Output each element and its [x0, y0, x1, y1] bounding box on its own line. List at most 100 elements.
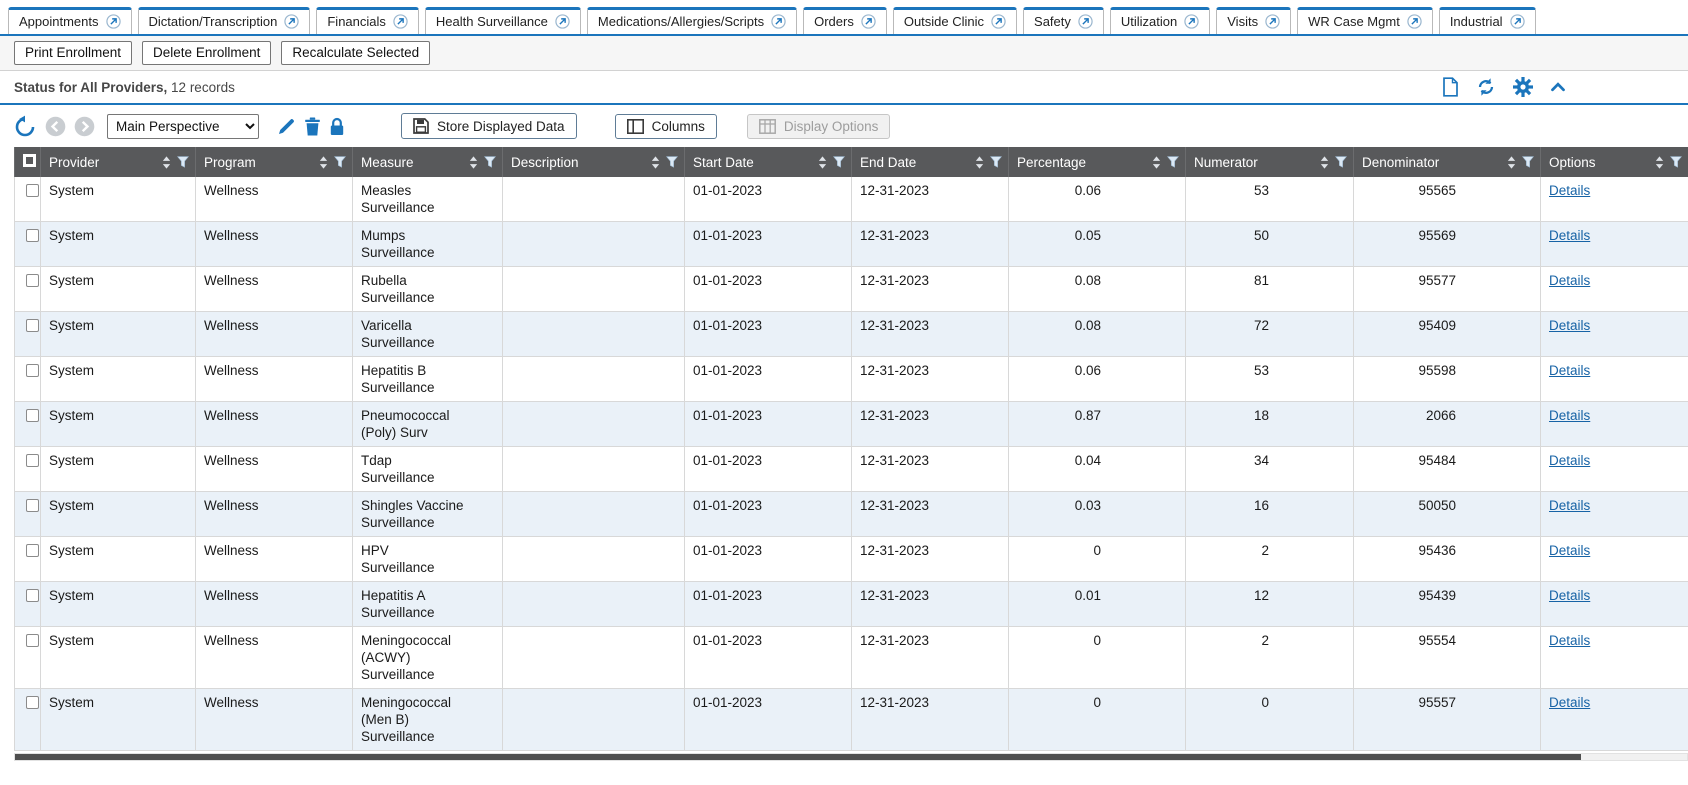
nav-back-button[interactable] — [45, 116, 66, 137]
row-checkbox[interactable] — [26, 274, 39, 287]
row-checkbox[interactable] — [26, 319, 39, 332]
filter-icon[interactable] — [1670, 156, 1682, 168]
details-link[interactable]: Details — [1549, 363, 1590, 378]
sort-icon[interactable] — [1655, 156, 1664, 169]
popout-icon[interactable] — [1407, 14, 1422, 29]
store-displayed-data-button[interactable]: Store Displayed Data — [401, 113, 577, 139]
delete-perspective-icon[interactable] — [304, 117, 321, 136]
horizontal-scrollbar[interactable] — [14, 753, 1688, 761]
tab-safety[interactable]: Safety — [1023, 7, 1104, 34]
tab-health-surveillance[interactable]: Health Surveillance — [425, 7, 581, 34]
nav-forward-button[interactable] — [74, 116, 95, 137]
tab-utilization[interactable]: Utilization — [1110, 7, 1210, 34]
select-all-checkbox[interactable] — [23, 154, 36, 167]
row-checkbox[interactable] — [26, 454, 39, 467]
filter-icon[interactable] — [1335, 156, 1347, 168]
tab-financials[interactable]: Financials — [316, 7, 419, 34]
popout-icon[interactable] — [1184, 14, 1199, 29]
popout-icon[interactable] — [393, 14, 408, 29]
details-link[interactable]: Details — [1549, 453, 1590, 468]
filter-icon[interactable] — [484, 156, 496, 168]
document-icon[interactable] — [1442, 77, 1459, 97]
details-link[interactable]: Details — [1549, 183, 1590, 198]
header-cell-start-date[interactable]: Start Date — [685, 147, 852, 177]
details-link[interactable]: Details — [1549, 318, 1590, 333]
sort-icon[interactable] — [651, 156, 660, 169]
details-link[interactable]: Details — [1549, 228, 1590, 243]
lock-perspective-icon[interactable] — [329, 117, 345, 136]
tab-outside-clinic[interactable]: Outside Clinic — [893, 7, 1017, 34]
header-cell-denominator[interactable]: Denominator — [1354, 147, 1541, 177]
edit-perspective-icon[interactable] — [277, 117, 296, 136]
tab-medications-allergies-scripts[interactable]: Medications/Allergies/Scripts — [587, 7, 797, 34]
popout-icon[interactable] — [555, 14, 570, 29]
details-link[interactable]: Details — [1549, 543, 1590, 558]
tab-wr-case-mgmt[interactable]: WR Case Mgmt — [1297, 7, 1433, 34]
popout-icon[interactable] — [284, 14, 299, 29]
header-cell-description[interactable]: Description — [503, 147, 685, 177]
header-cell-measure[interactable]: Measure — [353, 147, 503, 177]
row-checkbox[interactable] — [26, 364, 39, 377]
details-link[interactable]: Details — [1549, 695, 1590, 710]
popout-icon[interactable] — [1078, 14, 1093, 29]
tab-orders[interactable]: Orders — [803, 7, 887, 34]
header-cell-end-date[interactable]: End Date — [852, 147, 1009, 177]
sort-icon[interactable] — [1320, 156, 1329, 169]
filter-icon[interactable] — [177, 156, 189, 168]
row-checkbox[interactable] — [26, 696, 39, 709]
details-link[interactable]: Details — [1549, 633, 1590, 648]
sort-icon[interactable] — [162, 156, 171, 169]
row-checkbox[interactable] — [26, 589, 39, 602]
filter-icon[interactable] — [990, 156, 1002, 168]
popout-icon[interactable] — [991, 14, 1006, 29]
filter-icon[interactable] — [666, 156, 678, 168]
cell-options: Details — [1541, 402, 1688, 447]
popout-icon[interactable] — [771, 14, 786, 29]
row-checkbox[interactable] — [26, 409, 39, 422]
tab-industrial[interactable]: Industrial — [1439, 7, 1536, 34]
filter-icon[interactable] — [1522, 156, 1534, 168]
status-icons — [1442, 77, 1566, 97]
sort-icon[interactable] — [975, 156, 984, 169]
filter-icon[interactable] — [833, 156, 845, 168]
perspective-select[interactable]: Main Perspective — [107, 114, 259, 139]
print-enrollment-button[interactable]: Print Enrollment — [14, 41, 132, 65]
row-checkbox[interactable] — [26, 229, 39, 242]
horizontal-scrollbar-thumb[interactable] — [15, 754, 1581, 760]
details-link[interactable]: Details — [1549, 408, 1590, 423]
sort-icon[interactable] — [818, 156, 827, 169]
sort-icon[interactable] — [319, 156, 328, 169]
popout-icon[interactable] — [1265, 14, 1280, 29]
tab-appointments[interactable]: Appointments — [8, 7, 132, 34]
header-cell-provider[interactable]: Provider — [41, 147, 196, 177]
collapse-chevron-icon[interactable] — [1550, 80, 1566, 94]
header-cell-program[interactable]: Program — [196, 147, 353, 177]
row-checkbox[interactable] — [26, 634, 39, 647]
delete-enrollment-button[interactable]: Delete Enrollment — [142, 41, 271, 65]
popout-icon[interactable] — [106, 14, 121, 29]
recalculate-selected-button[interactable]: Recalculate Selected — [281, 41, 430, 65]
header-cell-percentage[interactable]: Percentage — [1009, 147, 1186, 177]
tab-visits[interactable]: Visits — [1216, 7, 1291, 34]
refresh-icon[interactable] — [1476, 77, 1496, 97]
details-link[interactable]: Details — [1549, 498, 1590, 513]
tab-dictation-transcription[interactable]: Dictation/Transcription — [138, 7, 311, 34]
sort-icon[interactable] — [1152, 156, 1161, 169]
row-checkbox[interactable] — [26, 184, 39, 197]
filter-icon[interactable] — [1167, 156, 1179, 168]
header-cell-options[interactable]: Options — [1541, 147, 1688, 177]
filter-icon[interactable] — [334, 156, 346, 168]
details-link[interactable]: Details — [1549, 273, 1590, 288]
sort-icon[interactable] — [1507, 156, 1516, 169]
popout-icon[interactable] — [861, 14, 876, 29]
columns-button[interactable]: Columns — [615, 114, 717, 139]
display-options-button[interactable]: Display Options — [747, 114, 891, 139]
popout-icon[interactable] — [1510, 14, 1525, 29]
sort-icon[interactable] — [469, 156, 478, 169]
row-checkbox[interactable] — [26, 544, 39, 557]
settings-gear-icon[interactable] — [1513, 77, 1533, 97]
row-checkbox[interactable] — [26, 499, 39, 512]
details-link[interactable]: Details — [1549, 588, 1590, 603]
header-cell-numerator[interactable]: Numerator — [1186, 147, 1354, 177]
undo-icon[interactable] — [14, 115, 37, 138]
